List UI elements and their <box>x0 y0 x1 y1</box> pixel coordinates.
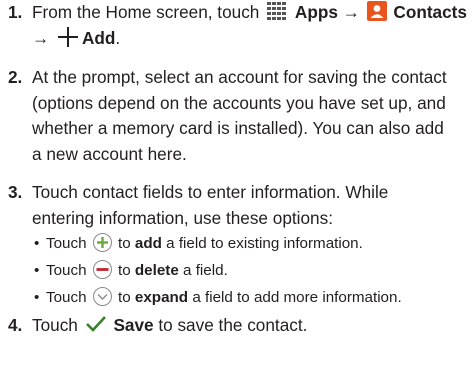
option-delete: • Touch to delete a field. <box>34 260 228 281</box>
chevron-down-circle-icon <box>92 287 112 307</box>
option-text: a field to add more information. <box>192 289 402 306</box>
option-text: Touch <box>46 235 87 252</box>
option-text: a field to existing information. <box>166 235 363 252</box>
plus-icon <box>57 26 79 47</box>
contacts-label: Contacts <box>393 2 467 22</box>
apps-label: Apps <box>294 2 338 22</box>
step-text-line: whether a memory card is installed). You… <box>32 118 444 138</box>
step-number: 3. <box>8 182 23 202</box>
option-text: to <box>118 235 131 252</box>
bullet: • <box>34 289 40 306</box>
step-text-line: a new account here. <box>32 143 187 164</box>
bullet: • <box>34 235 40 252</box>
arrow: → <box>342 2 360 22</box>
add-label: Add <box>81 27 116 48</box>
option-text: Touch <box>46 289 87 306</box>
option-text: to <box>118 289 131 306</box>
step-text: Touch <box>32 315 78 335</box>
option-add: • Touch to add a field to existing inform… <box>34 233 363 254</box>
option-action: delete <box>134 262 179 279</box>
step-text-line: (options depend on the accounts you have… <box>32 92 446 113</box>
step-number: 1. <box>8 2 23 22</box>
plus-circle-icon <box>92 233 112 253</box>
save-label: Save <box>113 315 154 335</box>
step-text-line: At the prompt, select an account for sav… <box>32 67 447 87</box>
step-text-line: entering information, use these options: <box>32 207 333 228</box>
option-action: expand <box>134 289 189 306</box>
option-action: add <box>134 235 162 252</box>
option-text: a field. <box>183 262 228 279</box>
contacts-icon <box>366 1 387 22</box>
option-text: Touch <box>46 262 87 279</box>
step-number: 4. <box>8 315 23 335</box>
option-expand: • Touch to expand a field to add more inf… <box>34 287 402 308</box>
checkmark-icon <box>85 315 107 333</box>
arrow: → <box>32 27 50 48</box>
step-text-line: Touch contact fields to enter informatio… <box>32 182 389 202</box>
option-text: to <box>118 262 131 279</box>
bullet: • <box>34 262 40 279</box>
step-text: . <box>115 27 121 48</box>
apps-grid-icon <box>266 1 289 22</box>
step-text: From the Home screen, touch <box>32 2 260 22</box>
minus-circle-icon <box>92 260 112 280</box>
step-text: to save the contact. <box>158 315 308 335</box>
step-number: 2. <box>8 67 23 87</box>
